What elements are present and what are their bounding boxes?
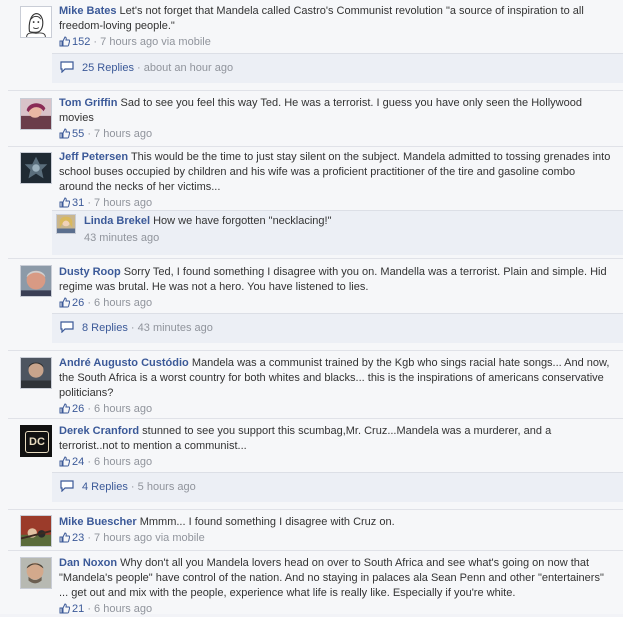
- comment-item: DC Derek Cranford stunned to see you sup…: [0, 424, 623, 472]
- comment-meta: 55 · 7 hours ago: [59, 127, 611, 142]
- divider: [8, 550, 623, 551]
- avatar[interactable]: [20, 557, 52, 589]
- like-count[interactable]: 26: [59, 297, 84, 309]
- divider: [8, 418, 623, 419]
- like-count[interactable]: 21: [59, 603, 84, 615]
- comment-author[interactable]: Dan Noxon: [59, 557, 117, 569]
- comment-meta: 21 · 6 hours ago: [59, 602, 611, 617]
- comment-author[interactable]: Mike Buescher: [59, 516, 137, 528]
- reply-item: Linda Brekel How we have forgotten "neck…: [52, 210, 623, 255]
- comment-item: Dusty Roop Sorry Ted, I found something …: [0, 265, 623, 315]
- avatar[interactable]: [20, 515, 52, 547]
- thumbs-up-icon: [59, 603, 70, 614]
- like-count[interactable]: 23: [59, 532, 84, 544]
- comment-time[interactable]: 6 hours ago: [94, 456, 152, 468]
- comment-meta: 152 · 7 hours ago via mobile: [59, 35, 611, 50]
- reply-author[interactable]: Linda Brekel: [84, 215, 150, 227]
- comment-time[interactable]: 7 hours ago: [94, 128, 152, 140]
- thumbs-up-icon: [59, 197, 70, 208]
- comment-meta: 23 · 7 hours ago via mobile: [59, 531, 611, 546]
- divider: [8, 509, 623, 510]
- comment-author[interactable]: Jeff Petersen: [59, 151, 128, 163]
- comment-text: Let's not forget that Mandela called Cas…: [59, 5, 584, 32]
- view-replies-bar[interactable]: 4 Replies · 5 hours ago: [52, 472, 623, 502]
- divider: [8, 90, 623, 91]
- replies-time: 43 minutes ago: [137, 322, 213, 334]
- replies-link[interactable]: 8 Replies: [82, 322, 128, 334]
- comment-time[interactable]: 6 hours ago: [94, 403, 152, 415]
- comment-item: Tom Griffin Sad to see you feel this way…: [0, 96, 623, 146]
- replies-time: about an hour ago: [143, 62, 234, 74]
- comment-author[interactable]: André Augusto Custódio: [59, 357, 189, 369]
- reply-time[interactable]: 43 minutes ago: [84, 230, 332, 246]
- comment-author[interactable]: Mike Bates: [59, 5, 116, 17]
- avatar[interactable]: [20, 265, 52, 297]
- comment-time[interactable]: 6 hours ago: [94, 297, 152, 309]
- like-count[interactable]: 26: [59, 403, 84, 415]
- comment-author[interactable]: Dusty Roop: [59, 266, 121, 278]
- replies-icon: [60, 61, 74, 73]
- comment-author[interactable]: Derek Cranford: [59, 425, 139, 437]
- replies-icon: [60, 480, 74, 492]
- replies-time: 5 hours ago: [137, 481, 196, 493]
- avatar[interactable]: [20, 6, 52, 38]
- thumbs-up-icon: [59, 36, 70, 47]
- comment-time[interactable]: 7 hours ago via mobile: [94, 532, 205, 544]
- comment-time[interactable]: 6 hours ago: [94, 603, 152, 615]
- like-count[interactable]: 55: [59, 128, 84, 140]
- avatar[interactable]: [20, 152, 52, 184]
- comment-text: Sad to see you feel this way Ted. He was…: [59, 97, 582, 124]
- comment-time[interactable]: 7 hours ago via mobile: [100, 36, 211, 48]
- like-count[interactable]: 152: [59, 36, 90, 48]
- like-count[interactable]: 31: [59, 197, 84, 209]
- comment-meta: 31 · 7 hours ago: [59, 196, 611, 211]
- thumbs-up-icon: [59, 297, 70, 308]
- divider: [8, 350, 623, 351]
- comment-meta: 24 · 6 hours ago: [59, 455, 611, 470]
- avatar[interactable]: [20, 357, 52, 389]
- comment-text: This would be the time to just stay sile…: [59, 151, 611, 193]
- divider: [8, 258, 623, 259]
- avatar[interactable]: DC: [20, 425, 52, 457]
- comment-text: Why don't all you Mandela lovers head on…: [59, 557, 604, 599]
- comment-item: Jeff Petersen This would be the time to …: [0, 150, 623, 211]
- thumbs-up-icon: [59, 128, 70, 139]
- view-replies-bar[interactable]: 8 Replies · 43 minutes ago: [52, 313, 623, 343]
- like-count[interactable]: 24: [59, 456, 84, 468]
- comment-item: Mike Buescher Mmmm... I found something …: [0, 515, 623, 549]
- comment-time[interactable]: 7 hours ago: [94, 197, 152, 209]
- comments-feed: Mike Bates Let's not forget that Mandela…: [0, 0, 623, 617]
- comment-item: André Augusto Custódio Mandela was a com…: [0, 356, 623, 416]
- reply-text: How we have forgotten "necklacing!": [153, 215, 332, 227]
- thumbs-up-icon: [59, 532, 70, 543]
- comment-meta: 26 · 6 hours ago: [59, 402, 611, 417]
- comment-item: Dan Noxon Why don't all you Mandela love…: [0, 556, 623, 617]
- avatar[interactable]: [20, 98, 52, 130]
- comment-text: Sorry Ted, I found something I disagree …: [59, 266, 607, 293]
- replies-link[interactable]: 25 Replies: [82, 62, 134, 74]
- avatar[interactable]: [56, 214, 76, 234]
- divider: [8, 146, 623, 147]
- comment-text: Mmmm... I found something I disagree wit…: [139, 516, 395, 528]
- comment-meta: 26 · 6 hours ago: [59, 296, 611, 311]
- replies-link[interactable]: 4 Replies: [82, 481, 128, 493]
- view-replies-bar[interactable]: 25 Replies · about an hour ago: [52, 53, 623, 83]
- comment-author[interactable]: Tom Griffin: [59, 97, 117, 109]
- thumbs-up-icon: [59, 403, 70, 414]
- replies-icon: [60, 321, 74, 333]
- thumbs-up-icon: [59, 456, 70, 467]
